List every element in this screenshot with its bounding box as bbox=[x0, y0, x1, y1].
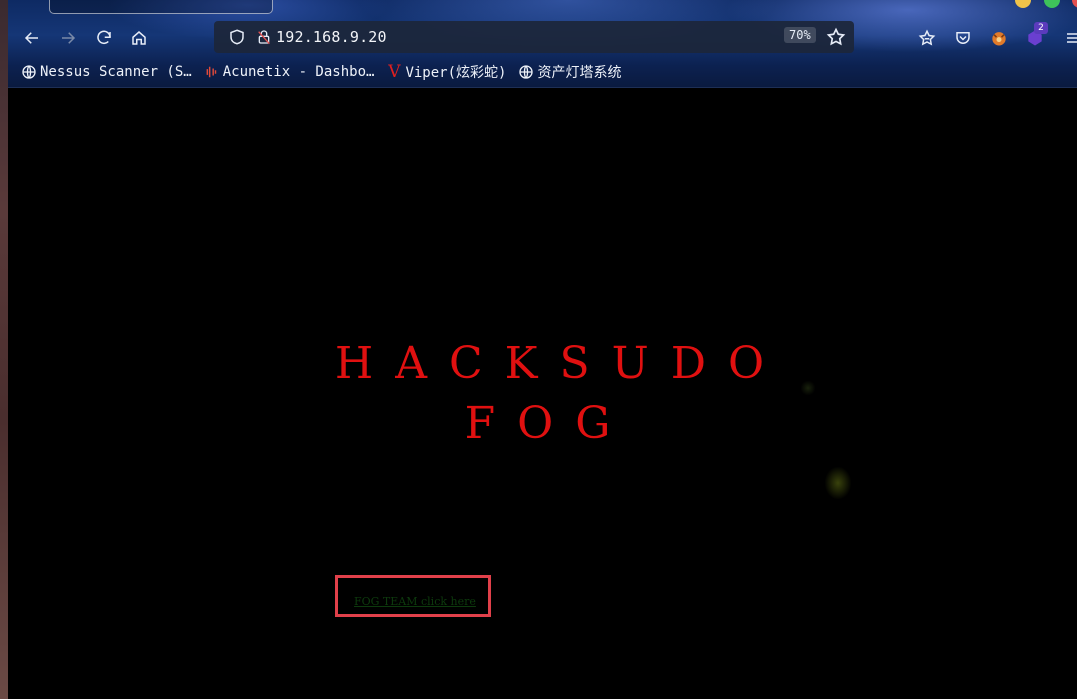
fox-extension-icon bbox=[992, 32, 1006, 46]
hamburger-menu-icon bbox=[1067, 33, 1077, 43]
back-button[interactable] bbox=[20, 26, 44, 50]
reload-button[interactable] bbox=[92, 26, 116, 50]
bookmark-label: Acunetix - Dashbo… bbox=[222, 64, 375, 80]
pocket-icon bbox=[956, 32, 970, 44]
extension-badge: 2 bbox=[1034, 22, 1048, 34]
globe-icon bbox=[21, 64, 37, 80]
bookmark-label: Nessus Scanner (S… bbox=[40, 64, 192, 80]
page-content: HACKSUDO FOG FOG TEAM click here bbox=[8, 88, 1077, 699]
pocket-save-button[interactable] bbox=[916, 27, 938, 49]
desktop-background bbox=[0, 0, 8, 699]
bookmark-viper[interactable]: V Viper(炫彩蛇) bbox=[386, 62, 506, 82]
save-to-list-icon bbox=[918, 29, 936, 46]
extension-fox-button[interactable] bbox=[988, 27, 1010, 49]
pocket-button[interactable] bbox=[952, 27, 974, 49]
globe-icon bbox=[518, 64, 534, 80]
close-button[interactable] bbox=[1072, 0, 1077, 8]
forward-arrow-icon bbox=[62, 32, 76, 44]
viper-icon: V bbox=[388, 62, 401, 82]
maximize-button[interactable] bbox=[1044, 0, 1060, 8]
bookmark-nessus[interactable]: Nessus Scanner (S… bbox=[21, 64, 192, 80]
bookmark-star-icon[interactable] bbox=[826, 27, 846, 47]
page-title-line1: HACKSUDO bbox=[334, 338, 787, 389]
bookmark-label: 资产灯塔系统 bbox=[537, 65, 622, 81]
browser-toolbar: 192.168.9.20 70% 2 Nessus Scanner (S… Ac… bbox=[8, 0, 1077, 88]
insecure-lock-icon[interactable] bbox=[256, 28, 272, 46]
app-menu-button[interactable] bbox=[1062, 27, 1077, 49]
forward-button[interactable] bbox=[56, 26, 80, 50]
home-button[interactable] bbox=[127, 26, 151, 50]
shield-icon[interactable] bbox=[228, 28, 246, 46]
page-title-line2: FOG bbox=[464, 398, 633, 449]
address-bar[interactable]: 192.168.9.20 70% bbox=[214, 21, 854, 53]
browser-tab[interactable] bbox=[49, 0, 273, 14]
url-text[interactable]: 192.168.9.20 bbox=[276, 28, 387, 46]
bookmarks-toolbar: Nessus Scanner (S… Acunetix - Dashbo… V … bbox=[21, 62, 633, 82]
home-icon bbox=[132, 31, 146, 45]
browser-window: 192.168.9.20 70% 2 Nessus Scanner (S… Ac… bbox=[8, 0, 1077, 699]
acunetix-icon bbox=[204, 64, 220, 80]
minimize-button[interactable] bbox=[1015, 0, 1031, 8]
bookmark-label: Viper(炫彩蛇) bbox=[405, 65, 507, 81]
zoom-level-badge[interactable]: 70% bbox=[784, 27, 816, 43]
reload-icon bbox=[97, 30, 111, 45]
back-arrow-icon bbox=[24, 32, 38, 44]
fog-team-link[interactable]: FOG TEAM click here bbox=[354, 595, 476, 608]
bookmark-acunetix[interactable]: Acunetix - Dashbo… bbox=[204, 64, 375, 80]
bookmark-asset-lighthouse[interactable]: 资产灯塔系统 bbox=[518, 62, 621, 82]
